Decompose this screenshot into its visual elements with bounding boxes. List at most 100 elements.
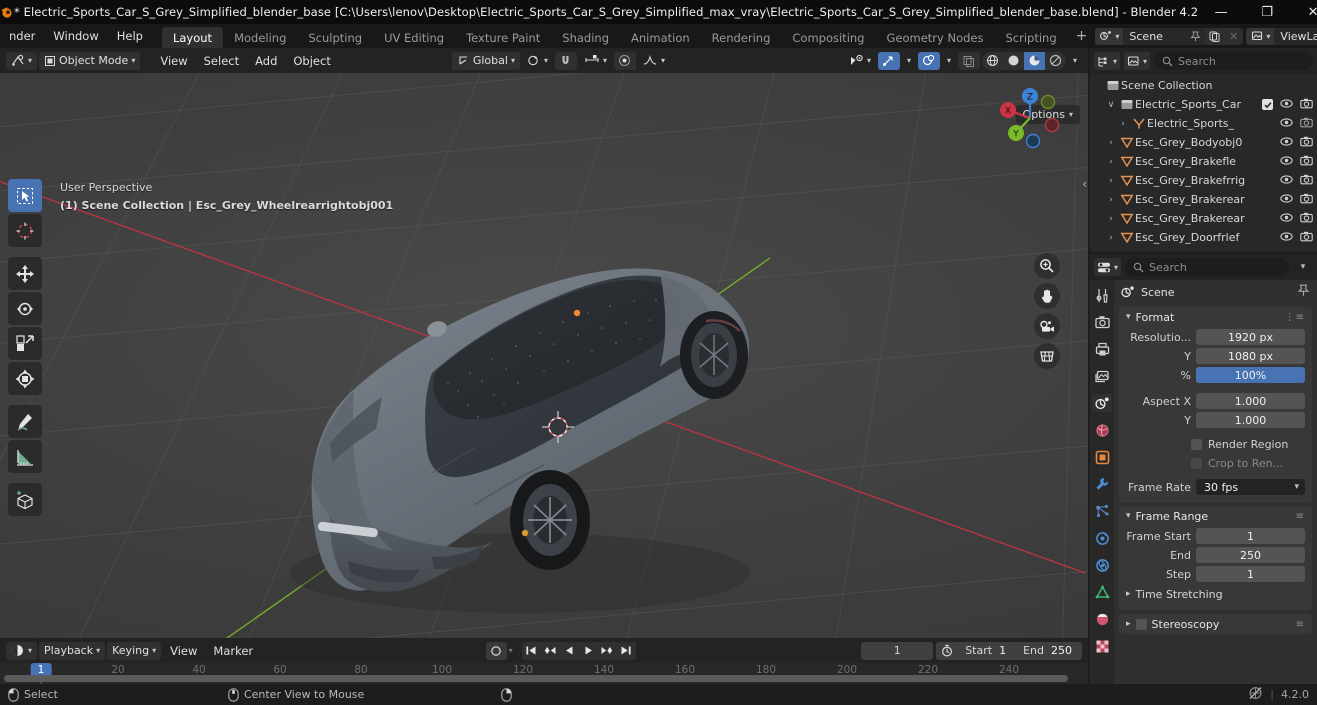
collection-checkbox[interactable] <box>1262 99 1273 110</box>
tab-modeling[interactable]: Modeling <box>223 27 297 48</box>
properties-editor-type-button[interactable]: ▾ <box>1094 258 1122 276</box>
outliner-search-input[interactable]: Search <box>1154 52 1313 70</box>
snap-target-dropdown[interactable]: ▾ <box>579 52 612 70</box>
tab-geometry-nodes[interactable]: Geometry Nodes <box>875 27 994 48</box>
proportional-edit-toggle[interactable] <box>613 51 636 70</box>
measure-tool-icon[interactable] <box>8 440 42 473</box>
viewport-menu-select[interactable]: Select <box>197 52 246 70</box>
disclosure-icon[interactable]: › <box>1104 214 1118 224</box>
overlays-toggle[interactable] <box>917 51 940 70</box>
tab-texture[interactable] <box>1092 637 1112 655</box>
disclosure-icon[interactable]: ∨ <box>1104 100 1118 110</box>
disclosure-icon[interactable]: › <box>1104 176 1118 186</box>
new-scene-button[interactable] <box>1205 27 1225 45</box>
playback-dropdown[interactable]: Playback ▾ <box>39 641 106 660</box>
wireframe-shading-button[interactable] <box>982 52 1003 70</box>
render-camera-icon[interactable] <box>1300 231 1313 245</box>
frame-range-panel-header[interactable]: ▾ Frame Range ≡ <box>1119 506 1312 526</box>
disclosure-icon[interactable]: › <box>1104 157 1118 167</box>
overlays-dropdown[interactable]: ▾ <box>942 52 956 70</box>
jump-to-prev-keyframe-button[interactable] <box>541 642 560 660</box>
delete-scene-button[interactable]: ✕ <box>1224 27 1244 45</box>
viewlayer-name[interactable]: ViewLayer <box>1274 30 1317 43</box>
render-camera-icon[interactable] <box>1300 193 1313 207</box>
visibility-eye-icon[interactable] <box>1280 212 1293 226</box>
stereoscopy-checkbox[interactable] <box>1135 618 1147 630</box>
render-camera-icon[interactable] <box>1300 174 1313 188</box>
visibility-eye-icon[interactable] <box>1280 98 1293 112</box>
outliner-row-doorfrontleft[interactable]: › Esc_Grey_Doorfrlef <box>1090 228 1317 247</box>
tab-render[interactable] <box>1092 313 1112 331</box>
tab-rendering[interactable]: Rendering <box>701 27 782 48</box>
stereoscopy-panel[interactable]: ▸ Stereoscopy ≡ <box>1119 614 1312 634</box>
disclosure-icon[interactable]: › <box>1104 138 1118 148</box>
keying-dropdown[interactable]: Keying ▾ <box>107 641 162 660</box>
outliner-row-electric-sports-car[interactable]: ∨ Electric_Sports_Car <box>1090 95 1317 114</box>
tab-view-layer[interactable] <box>1092 367 1112 385</box>
shading-dropdown[interactable]: ▾ <box>1068 52 1082 70</box>
gizmo-toggle[interactable] <box>877 51 900 70</box>
cursor-tool-icon[interactable] <box>8 214 42 247</box>
tab-object-data[interactable] <box>1092 583 1112 601</box>
scene-selector[interactable]: ▾ Scene ✕ <box>1095 27 1244 45</box>
frame-rate-dropdown[interactable]: 30 fps ▾ <box>1196 479 1305 495</box>
resolution-percent-field[interactable]: 100% <box>1196 367 1305 383</box>
timeline-menu-view[interactable]: View <box>163 642 204 660</box>
menu-render[interactable]: nder <box>0 24 44 48</box>
properties-search-input[interactable]: Search <box>1125 258 1289 276</box>
xray-toggle[interactable] <box>957 51 980 70</box>
car-model[interactable] <box>0 73 1088 638</box>
tab-material[interactable] <box>1092 610 1112 628</box>
tab-output[interactable] <box>1092 340 1112 358</box>
outliner-row-body[interactable]: › Esc_Grey_Bodyobj0 <box>1090 133 1317 152</box>
add-workspace-button[interactable]: + <box>1068 24 1096 48</box>
visibility-eye-icon[interactable] <box>1280 231 1293 245</box>
start-frame-value[interactable]: 1 <box>997 644 1016 657</box>
viewport-menu-add[interactable]: Add <box>248 52 284 70</box>
render-camera-icon[interactable] <box>1300 117 1313 131</box>
tab-scene[interactable] <box>1092 394 1112 412</box>
transform-orientation-dropdown[interactable]: Global ▾ <box>451 51 520 70</box>
aspect-y-field[interactable]: 1.000 <box>1196 412 1305 428</box>
outliner-row-brakefrontright[interactable]: › Esc_Grey_Brakefrrig <box>1090 171 1317 190</box>
render-camera-icon[interactable] <box>1300 212 1313 226</box>
tab-layout[interactable]: Layout <box>161 27 224 48</box>
tab-particles[interactable] <box>1092 502 1112 520</box>
visibility-eye-icon[interactable] <box>1280 174 1293 188</box>
outliner-editor-type-button[interactable]: ▾ <box>1094 52 1121 70</box>
frame-start-field[interactable]: 1 <box>1196 528 1305 544</box>
pan-hand-icon[interactable] <box>1034 283 1060 309</box>
viewport-menu-object[interactable]: Object <box>286 52 337 70</box>
render-camera-icon[interactable] <box>1300 155 1313 169</box>
resolution-y-field[interactable]: 1080 px <box>1196 348 1305 364</box>
render-region-row[interactable]: Render Region <box>1119 435 1305 453</box>
tab-compositing[interactable]: Compositing <box>781 27 875 48</box>
timeline-ruler[interactable]: 20 40 60 80 100 120 140 160 180 200 220 … <box>0 663 1088 685</box>
render-region-checkbox[interactable] <box>1191 438 1202 450</box>
format-presets-icon[interactable]: ⋮≡ <box>1285 312 1305 323</box>
orthographic-toggle-icon[interactable] <box>1034 343 1060 369</box>
jump-to-next-keyframe-button[interactable] <box>598 642 617 660</box>
annotate-tool-icon[interactable] <box>8 405 42 438</box>
tweak-select-tool-icon[interactable] <box>8 179 42 212</box>
render-camera-icon[interactable] <box>1300 98 1313 112</box>
play-button[interactable] <box>579 642 598 660</box>
auto-keying-toggle[interactable] <box>485 641 507 660</box>
tab-object[interactable] <box>1092 448 1112 466</box>
outliner-row-brakerear2[interactable]: › Esc_Grey_Brakerear <box>1090 209 1317 228</box>
material-preview-button[interactable] <box>1023 51 1045 70</box>
visibility-eye-icon[interactable] <box>1280 193 1293 207</box>
viewlayer-selector[interactable]: ▾ ViewLayer ✕ <box>1246 27 1317 45</box>
tab-sculpting[interactable]: Sculpting <box>297 27 373 48</box>
zoom-icon[interactable] <box>1034 253 1060 279</box>
disclosure-icon[interactable]: › <box>1104 233 1118 243</box>
snap-magnet-dropdown[interactable]: ▾ <box>522 52 553 70</box>
outliner-row-scene-collection[interactable]: Scene Collection <box>1090 76 1317 95</box>
pin-scene-icon[interactable] <box>1185 28 1205 45</box>
pin-properties-icon[interactable] <box>1297 284 1310 300</box>
render-camera-icon[interactable] <box>1300 136 1313 150</box>
navigation-gizmo[interactable]: Z X Y <box>990 78 1070 158</box>
gizmo-dropdown[interactable]: ▾ <box>902 52 916 70</box>
outliner-display-mode-button[interactable]: ▾ <box>1124 52 1151 70</box>
viewport-menu-view[interactable]: View <box>153 52 194 70</box>
